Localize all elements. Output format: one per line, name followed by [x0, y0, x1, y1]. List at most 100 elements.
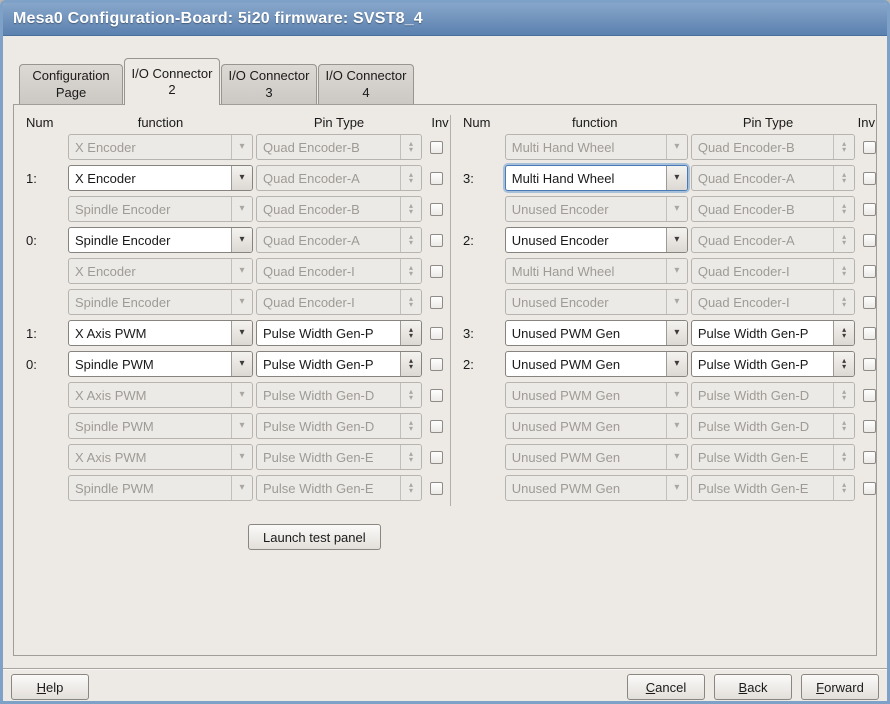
- invert-checkbox[interactable]: [430, 420, 443, 433]
- pin-type-select: Pulse Width Gen-E ▴▾: [256, 444, 422, 470]
- pin-type-value: Quad Encoder-B: [257, 135, 400, 159]
- chevron-down-icon: ▾: [231, 383, 252, 407]
- pin-type-select: Pulse Width Gen-E ▴▾: [256, 475, 422, 501]
- pin-row: 3: Unused PWM Gen ▾ Pulse Width Gen-P ▴▾: [451, 320, 876, 346]
- pin-type-select: Pulse Width Gen-E ▴▾: [691, 475, 855, 501]
- pin-type-select[interactable]: Pulse Width Gen-P ▴▾: [691, 351, 855, 377]
- pin-type-value: Pulse Width Gen-E: [257, 476, 400, 500]
- pin-type-value: Pulse Width Gen-D: [257, 414, 400, 438]
- chevron-down-icon: ▾: [666, 166, 687, 190]
- function-select[interactable]: Spindle PWM ▾: [68, 351, 253, 377]
- pin-type-value: Pulse Width Gen-E: [257, 445, 400, 469]
- pin-type-select[interactable]: Pulse Width Gen-P ▴▾: [256, 351, 422, 377]
- pin-type-select[interactable]: Pulse Width Gen-P ▴▾: [691, 320, 855, 346]
- up-down-arrows-icon: ▴▾: [833, 259, 854, 283]
- invert-checkbox[interactable]: [863, 234, 876, 247]
- up-down-arrows-icon: ▴▾: [833, 414, 854, 438]
- invert-checkbox[interactable]: [430, 141, 443, 154]
- function-select[interactable]: Unused PWM Gen ▾: [505, 351, 688, 377]
- function-select: Unused Encoder ▾: [505, 289, 688, 315]
- invert-checkbox[interactable]: [430, 451, 443, 464]
- pin-type-value: Pulse Width Gen-D: [692, 414, 833, 438]
- function-select[interactable]: Unused Encoder ▾: [505, 227, 688, 253]
- back-button[interactable]: Back: [714, 674, 792, 700]
- pin-row: Unused PWM Gen ▾ Pulse Width Gen-D ▴▾: [451, 413, 876, 439]
- invert-checkbox[interactable]: [430, 482, 443, 495]
- pin-row: Unused Encoder ▾ Quad Encoder-B ▴▾: [451, 196, 876, 222]
- invert-checkbox[interactable]: [863, 172, 876, 185]
- invert-checkbox[interactable]: [430, 265, 443, 278]
- pin-row: Multi Hand Wheel ▾ Quad Encoder-B ▴▾: [451, 134, 876, 160]
- function-select: X Encoder ▾: [68, 134, 253, 160]
- invert-checkbox[interactable]: [430, 203, 443, 216]
- pin-type-value: Pulse Width Gen-E: [692, 476, 833, 500]
- invert-checkbox[interactable]: [863, 358, 876, 371]
- help-button[interactable]: Help: [11, 674, 89, 700]
- up-down-arrows-icon: ▴▾: [833, 290, 854, 314]
- chevron-down-icon: ▾: [231, 476, 252, 500]
- invert-checkbox[interactable]: [863, 203, 876, 216]
- function-select: Unused PWM Gen ▾: [505, 444, 688, 470]
- forward-label: Forward: [816, 680, 864, 695]
- invert-checkbox[interactable]: [863, 141, 876, 154]
- function-value: X Encoder: [69, 135, 231, 159]
- pin-row: Spindle PWM ▾ Pulse Width Gen-E ▴▾: [14, 475, 450, 501]
- function-select: Unused Encoder ▾: [505, 196, 688, 222]
- pin-number-label: 1:: [26, 326, 52, 341]
- pin-type-select[interactable]: Pulse Width Gen-P ▴▾: [256, 320, 422, 346]
- up-down-arrows-icon: ▴▾: [400, 259, 421, 283]
- cancel-label: Cancel: [646, 680, 686, 695]
- pin-row: Unused PWM Gen ▾ Pulse Width Gen-E ▴▾: [451, 444, 876, 470]
- tab[interactable]: I/O Connector 4: [318, 64, 414, 104]
- function-select: Multi Hand Wheel ▾: [505, 134, 688, 160]
- invert-checkbox[interactable]: [430, 296, 443, 309]
- cancel-button[interactable]: Cancel: [627, 674, 705, 700]
- tab[interactable]: Configuration Page: [19, 64, 123, 104]
- function-select[interactable]: Spindle Encoder ▾: [68, 227, 253, 253]
- up-down-arrows-icon: ▴▾: [833, 135, 854, 159]
- pin-row: Spindle Encoder ▾ Quad Encoder-B ▴▾: [14, 196, 450, 222]
- function-select[interactable]: X Encoder ▾: [68, 165, 253, 191]
- invert-checkbox[interactable]: [430, 358, 443, 371]
- pin-type-select: Quad Encoder-A ▴▾: [256, 227, 422, 253]
- invert-checkbox[interactable]: [430, 172, 443, 185]
- function-select[interactable]: Multi Hand Wheel ▾: [505, 165, 688, 191]
- invert-checkbox[interactable]: [863, 327, 876, 340]
- chevron-down-icon: ▾: [231, 414, 252, 438]
- function-select[interactable]: X Axis PWM ▾: [68, 320, 253, 346]
- invert-checkbox[interactable]: [430, 389, 443, 402]
- function-select[interactable]: Unused PWM Gen ▾: [505, 320, 688, 346]
- pin-type-select: Quad Encoder-I ▴▾: [691, 258, 855, 284]
- invert-checkbox[interactable]: [863, 482, 876, 495]
- pin-type-value: Quad Encoder-I: [257, 290, 400, 314]
- forward-button[interactable]: Forward: [801, 674, 879, 700]
- chevron-down-icon: ▾: [666, 228, 687, 252]
- pin-type-select: Pulse Width Gen-D ▴▾: [256, 382, 422, 408]
- pin-number-label: 1:: [26, 171, 52, 186]
- up-down-arrows-icon: ▴▾: [833, 476, 854, 500]
- pin-row: X Axis PWM ▾ Pulse Width Gen-E ▴▾: [14, 444, 450, 470]
- invert-checkbox[interactable]: [863, 265, 876, 278]
- launch-test-panel-button[interactable]: Launch test panel: [248, 524, 381, 550]
- up-down-arrows-icon: ▴▾: [833, 383, 854, 407]
- pin-row: Unused PWM Gen ▾ Pulse Width Gen-E ▴▾: [451, 475, 876, 501]
- invert-checkbox[interactable]: [430, 234, 443, 247]
- chevron-down-icon: ▾: [666, 414, 687, 438]
- invert-checkbox[interactable]: [863, 451, 876, 464]
- pin-type-select: Quad Encoder-I ▴▾: [691, 289, 855, 315]
- window-title: Mesa0 Configuration-Board: 5i20 firmware…: [13, 10, 423, 28]
- invert-checkbox[interactable]: [863, 420, 876, 433]
- pin-type-value: Quad Encoder-A: [692, 166, 833, 190]
- invert-checkbox[interactable]: [430, 327, 443, 340]
- function-value: Spindle PWM: [69, 352, 231, 376]
- chevron-down-icon: ▾: [666, 259, 687, 283]
- pin-type-select: Quad Encoder-A ▴▾: [691, 227, 855, 253]
- tab[interactable]: I/O Connector 3: [221, 64, 317, 104]
- tab[interactable]: I/O Connector 2: [124, 58, 220, 105]
- footer-separator: [3, 668, 887, 670]
- function-value: X Axis PWM: [69, 321, 231, 345]
- up-down-arrows-icon: ▴▾: [833, 228, 854, 252]
- titlebar[interactable]: Mesa0 Configuration-Board: 5i20 firmware…: [3, 3, 887, 36]
- invert-checkbox[interactable]: [863, 389, 876, 402]
- invert-checkbox[interactable]: [863, 296, 876, 309]
